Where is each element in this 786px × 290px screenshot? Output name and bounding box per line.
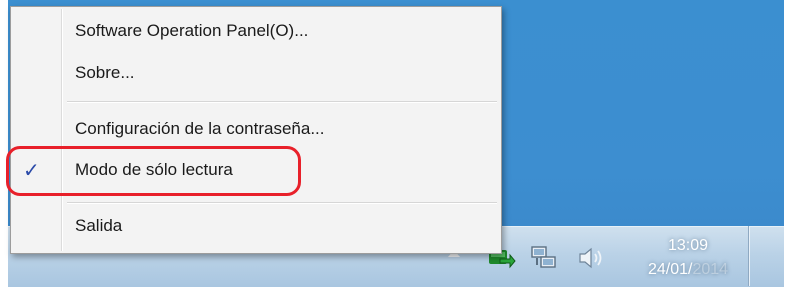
- menu-item-software-operation-panel[interactable]: Software Operation Panel(O)...: [11, 15, 501, 49]
- menu-separator: [67, 202, 497, 203]
- menu-item-salida[interactable]: Salida: [11, 210, 501, 244]
- volume-icon[interactable]: [578, 246, 606, 275]
- tray-context-menu: Software Operation Panel(O)... Sobre... …: [10, 6, 502, 254]
- network-icon[interactable]: [530, 244, 558, 277]
- screen: 13:09 24/01/2014 Software Operation Pane…: [0, 0, 786, 290]
- menu-item-label: Software Operation Panel(O)...: [75, 21, 309, 40]
- menu-item-configuracion-contrasena[interactable]: Configuración de la contraseña...: [11, 113, 501, 147]
- menu-item-sobre[interactable]: Sobre...: [11, 57, 501, 91]
- highlight-annotation-ring: [6, 146, 301, 196]
- taskbar-clock[interactable]: 13:09 24/01/2014: [633, 234, 743, 282]
- clock-date-visible: 24/01/: [647, 261, 693, 278]
- menu-separator: [67, 101, 497, 102]
- clock-date-obscured: 2014: [692, 261, 729, 278]
- menu-item-label: Sobre...: [75, 63, 135, 82]
- show-desktop-divider: [748, 226, 749, 286]
- menu-item-label: Configuración de la contraseña...: [75, 119, 325, 138]
- clock-date: 24/01/2014: [633, 258, 743, 282]
- clock-time: 13:09: [667, 237, 709, 254]
- menu-item-label: Salida: [75, 216, 123, 235]
